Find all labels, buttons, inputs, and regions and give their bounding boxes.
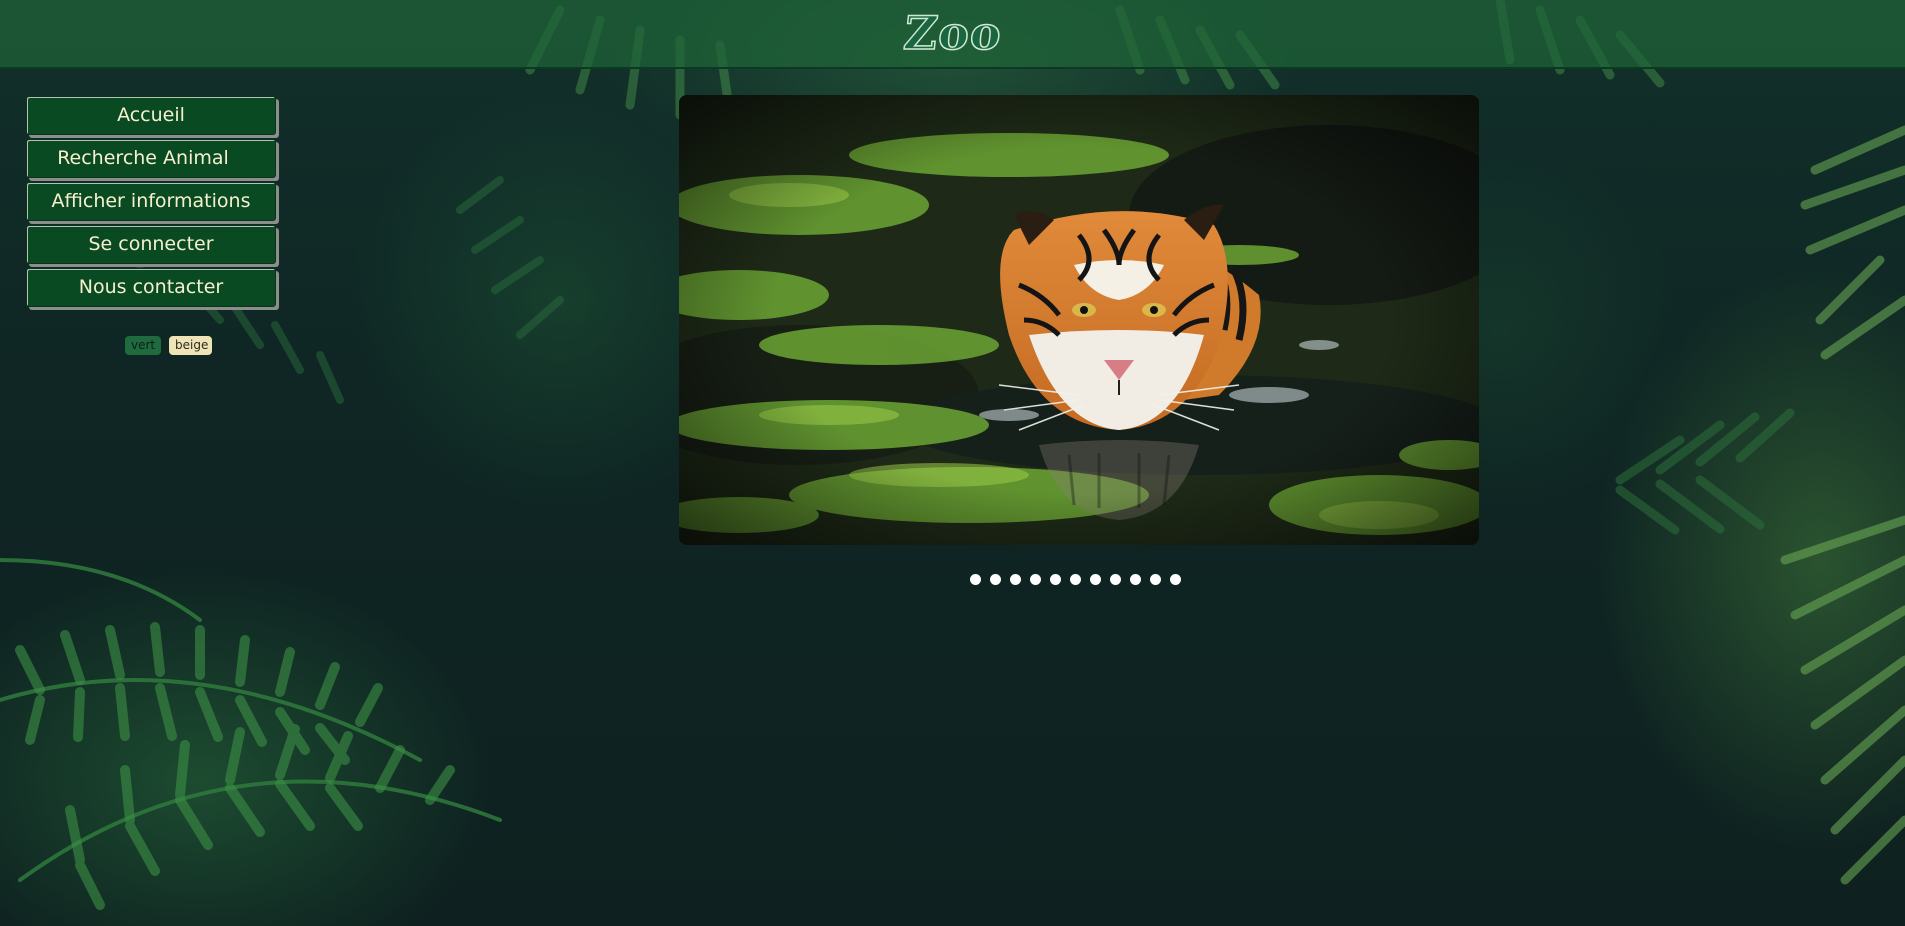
tiger-photo — [679, 95, 1479, 545]
main-nav: Accueil Recherche Animal Afficher inform… — [26, 96, 276, 311]
carousel-dot[interactable] — [970, 574, 981, 585]
carousel-dot[interactable] — [1110, 574, 1121, 585]
nav-se-connecter-button[interactable]: Se connecter — [26, 225, 276, 264]
carousel-dot[interactable] — [990, 574, 1001, 585]
nav-afficher-informations-button[interactable]: Afficher informations — [26, 182, 276, 221]
page: Zoo Accueil Recherche Animal Afficher in… — [0, 0, 1905, 926]
carousel-dot[interactable] — [1010, 574, 1021, 585]
nav-nous-contacter-button[interactable]: Nous contacter — [26, 268, 276, 307]
carousel-dot[interactable] — [1170, 574, 1181, 585]
theme-switch: vert beige — [124, 335, 213, 356]
carousel-dot[interactable] — [1130, 574, 1141, 585]
carousel-dots — [970, 574, 1181, 585]
theme-beige-button[interactable]: beige — [168, 335, 213, 356]
site-title: Zoo — [900, 5, 1005, 61]
image-carousel[interactable] — [679, 95, 1479, 545]
site-header: Zoo — [0, 0, 1905, 69]
nav-recherche-animal-button[interactable]: Recherche Animal — [26, 139, 276, 178]
carousel-dot[interactable] — [1150, 574, 1161, 585]
nav-accueil-button[interactable]: Accueil — [26, 96, 276, 135]
theme-green-button[interactable]: vert — [124, 335, 162, 356]
carousel-dot[interactable] — [1070, 574, 1081, 585]
carousel-dot[interactable] — [1050, 574, 1061, 585]
carousel-dot[interactable] — [1030, 574, 1041, 585]
carousel-dot[interactable] — [1090, 574, 1101, 585]
